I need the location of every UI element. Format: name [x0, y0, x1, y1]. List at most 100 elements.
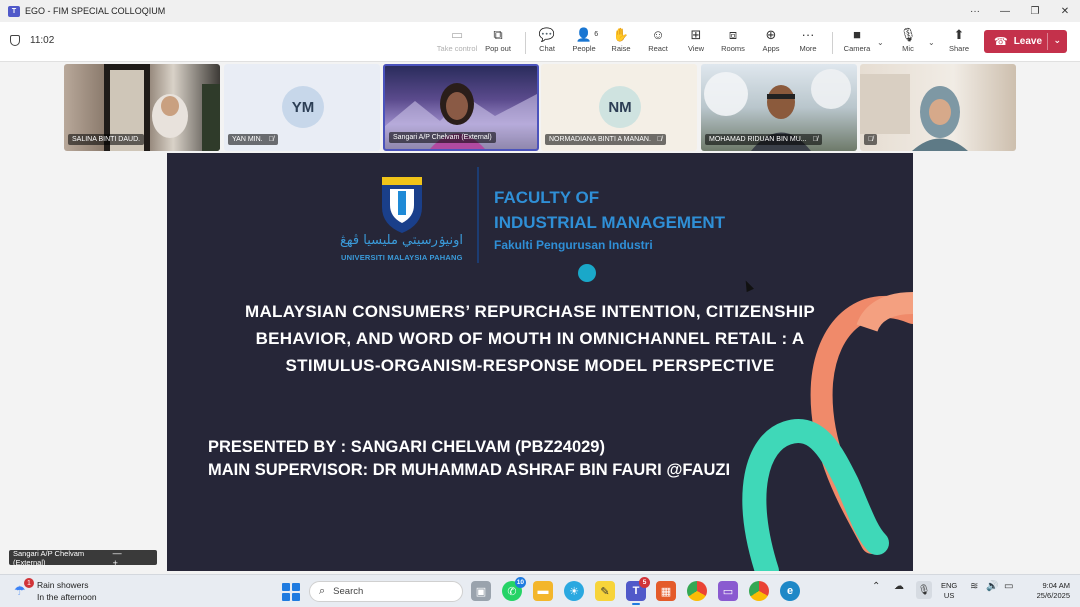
decorative-dot [578, 264, 596, 282]
app-window-icon[interactable]: ▭ [718, 581, 738, 601]
take-control-icon: ▭ [450, 27, 464, 42]
leave-options-chevron-icon[interactable]: ⌄ [1053, 35, 1061, 46]
leave-button[interactable]: ☎ Leave ⌄ [984, 30, 1067, 53]
main-supervisor: MAIN SUPERVISOR: DR MUHAMMAD ASHRAF BIN … [208, 461, 731, 479]
participant-tile-active-speaker[interactable]: Sangari A/P Chelvam (External) [383, 64, 539, 151]
meeting-timer: 11:02 [10, 35, 54, 46]
camera-button[interactable]: ■ Camera [837, 26, 877, 58]
microsoft-edge-icon[interactable]: e [780, 581, 800, 601]
windows-start-icon[interactable] [282, 583, 300, 601]
mic-muted-tray-icon[interactable]: 🎙 [916, 581, 932, 599]
weather-condition: Rain showers [37, 580, 89, 590]
avatar: YM [282, 86, 324, 128]
avatar: NM [599, 86, 641, 128]
shield-icon [10, 35, 20, 46]
camera-options-chevron-icon[interactable]: ⌄ [877, 38, 884, 47]
react-button[interactable]: ☺ React [638, 26, 678, 58]
taskbar-search-box[interactable]: ⌕ Search [309, 581, 463, 602]
participant-tile[interactable]: SALINA BINTI DAUD. [64, 64, 220, 151]
restore-button[interactable]: ❐ [1020, 0, 1050, 22]
camera-label: Camera [843, 44, 871, 53]
more-label: More [799, 44, 817, 53]
smiley-icon: ☺ [651, 27, 665, 42]
microsoft-teams-icon[interactable]: T5 [626, 577, 650, 605]
window-title: EGO - FIM SPECIAL COLLOQIUM [25, 6, 166, 16]
minimize-button[interactable]: — [990, 0, 1020, 22]
weather-widget[interactable]: ☂ 1 Rain showers In the afternoon [14, 578, 97, 603]
whatsapp-icon[interactable]: ✆ 10 [502, 577, 526, 601]
mic-button[interactable]: 🎙 Mic [888, 26, 928, 58]
mic-off-icon: 🎙̸ [812, 136, 818, 143]
university-name: UNIVERSITI MALAYSIA PAHANG [341, 253, 463, 262]
self-view-bar[interactable]: Sangari A/P Chelvam (External) — + [9, 548, 157, 568]
show-hidden-icons-chevron-icon[interactable]: ⌃ [872, 581, 880, 592]
weather-badge: 1 [24, 578, 34, 588]
search-placeholder: Search [333, 586, 364, 597]
participant-name-tag: 🎙̸ [864, 134, 878, 145]
clock-date: 25/6/2025 [1036, 591, 1070, 600]
window-title-bar: T EGO - FIM SPECIAL COLLOQIUM ··· — ❐ ✕ [0, 0, 1080, 22]
slide-title: MALAYSIAN CONSUMERS’ REPURCHASE INTENTIO… [227, 298, 833, 379]
close-button[interactable]: ✕ [1050, 0, 1080, 22]
participant-name-tag: SALINA BINTI DAUD. [68, 134, 145, 145]
faculty-title-line2: INDUSTRIAL MANAGEMENT [494, 213, 726, 232]
chat-icon: 💬 [538, 27, 556, 42]
more-options-icon[interactable]: ··· [960, 0, 990, 22]
react-label: React [648, 44, 668, 53]
chat-label: Chat [539, 44, 555, 53]
google-chrome-icon[interactable] [687, 581, 707, 601]
chat-button[interactable]: 💬 Chat [527, 26, 567, 58]
meeting-duration: 11:02 [30, 35, 55, 46]
apps-button[interactable]: ⊕ Apps [751, 26, 791, 58]
take-control-label: Take control [436, 44, 478, 53]
slide-title-line: MALAYSIAN CONSUMERS’ REPURCHASE INTENTIO… [244, 302, 815, 321]
raise-hand-button[interactable]: ✋ Raise [601, 26, 641, 58]
clock-time: 9:04 AM [1042, 581, 1070, 590]
more-button[interactable]: ··· More [788, 26, 828, 58]
mic-options-chevron-icon[interactable]: ⌄ [928, 38, 935, 47]
ellipsis-icon: ··· [801, 27, 815, 42]
take-control-button[interactable]: ▭ Take control [436, 26, 478, 58]
system-clock[interactable]: 9:04 AM 25/6/2025 [1024, 581, 1070, 601]
weather-period: In the afternoon [37, 592, 97, 602]
rooms-button[interactable]: ⧈ Rooms [713, 26, 753, 58]
battery-icon[interactable]: ▭ [1004, 581, 1013, 592]
participant-tile[interactable]: NM NORMADIANA BINTI A MANAN. 🎙̸ [541, 64, 697, 151]
pop-out-button[interactable]: ⧉ Pop out [478, 26, 518, 58]
wifi-icon[interactable]: ≋ [970, 581, 978, 592]
view-button[interactable]: ⊞ View [676, 26, 716, 58]
participant-tile[interactable]: 🎙̸ [860, 64, 1016, 151]
windows-taskbar: ☂ 1 Rain showers In the afternoon ⌕ Searc… [0, 574, 1080, 607]
logo-divider [477, 167, 479, 263]
participant-tile[interactable]: MOHAMAD RIDUAN BIN MU... 🎙̸ [701, 64, 857, 151]
presenter-info: PRESENTED BY : SANGARI CHELVAM (PBZ24029… [208, 436, 730, 482]
onedrive-cloud-icon[interactable]: ☁ [894, 581, 904, 592]
sticky-notes-icon[interactable]: ✎ [595, 581, 615, 601]
people-count: 6 [594, 31, 599, 38]
mic-off-icon: 🎙̸ [868, 136, 874, 143]
leave-divider [1047, 33, 1048, 50]
pop-out-icon: ⧉ [493, 27, 503, 42]
self-view-controls[interactable]: — + [113, 548, 151, 568]
volume-icon[interactable]: 🔊 [986, 581, 998, 592]
people-button[interactable]: 👤 6 People [564, 26, 604, 58]
microsoft-store-icon[interactable]: ▦ [656, 581, 676, 601]
participant-name: YAN MIN. [232, 136, 263, 143]
google-chrome-profile-icon[interactable] [749, 581, 769, 601]
mic-muted-icon: 🎙 [899, 27, 917, 42]
meeting-toolbar: 11:02 ▭ Take control ⧉ Pop out 💬 Chat 👤 6… [0, 22, 1080, 62]
weather-app-icon[interactable]: ☀ [564, 581, 584, 601]
input-language[interactable]: ENG US [941, 581, 957, 601]
shared-screen-slide: اونيۏرسيتي مليسيا ڤهڠ UNIVERSITI MALAYSI… [167, 153, 913, 571]
university-name-arabic: اونيۏرسيتي مليسيا ڤهڠ [340, 233, 463, 248]
people-label: People [572, 44, 596, 53]
task-view-icon[interactable]: ▣ [471, 581, 491, 601]
participant-tile[interactable]: YM YAN MIN. 🎙̸ [224, 64, 380, 151]
toolbar-divider [525, 32, 526, 54]
teams-badge: 5 [639, 577, 650, 588]
search-icon: ⌕ [319, 585, 326, 597]
file-explorer-icon[interactable]: ▬ [533, 581, 553, 601]
window-controls: ··· — ❐ ✕ [960, 0, 1080, 22]
share-button[interactable]: ⬆ Share [939, 26, 979, 58]
apps-label: Apps [762, 44, 780, 53]
